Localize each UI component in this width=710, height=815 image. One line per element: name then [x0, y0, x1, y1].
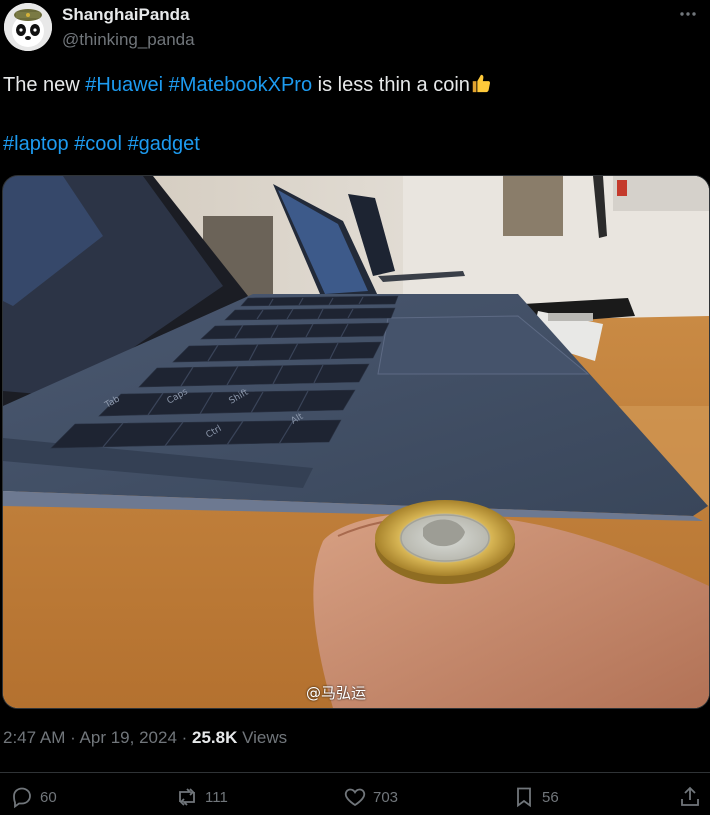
reply-button[interactable]: 60 — [10, 785, 57, 809]
bookmark-icon — [517, 787, 531, 808]
hashtag-laptop[interactable]: #laptop — [3, 133, 69, 155]
retweet-count: 111 — [205, 788, 228, 806]
heart-icon — [344, 788, 366, 807]
reply-count: 60 — [40, 788, 57, 806]
retweet-button[interactable]: 111 — [175, 785, 228, 809]
action-bar: 60 111 703 56 — [0, 785, 710, 815]
tweet-text: The new #Huawei #MatebookXPro is less th… — [3, 72, 492, 97]
hashtag-cool[interactable]: #cool — [74, 133, 122, 155]
like-count: 703 — [373, 788, 399, 806]
photo-watermark: @马弘运 — [306, 684, 367, 702]
hashtag-gadget[interactable]: #gadget — [128, 133, 200, 155]
tweet-tags: #laptop #cool #gadget — [3, 133, 200, 156]
meta-separator: · — [65, 728, 80, 747]
hashtag-matebookxpro[interactable]: #MatebookXPro — [169, 74, 312, 96]
tweet-meta: 2:47 AM · Apr 19, 2024 · 25.8K Views — [3, 728, 287, 748]
meta-separator: · — [176, 728, 193, 747]
bookmark-count: 56 — [542, 788, 559, 806]
views-label: Views — [237, 728, 288, 747]
reply-icon — [13, 787, 31, 809]
tweet-text-end: is less thin a coin — [312, 74, 470, 96]
retweet-icon — [179, 788, 195, 806]
tweet-date[interactable]: Apr 19, 2024 — [80, 728, 177, 747]
author-handle[interactable]: @thinking_panda — [62, 30, 195, 50]
divider — [0, 772, 710, 773]
more-options-icon[interactable] — [676, 4, 700, 28]
like-button[interactable]: 703 — [343, 785, 398, 809]
views-count: 25.8K — [192, 728, 238, 747]
panda-avatar-image — [4, 3, 52, 51]
tweet-text-start: The new — [3, 74, 86, 96]
author-name[interactable]: ShanghaiPanda — [62, 5, 190, 25]
share-button[interactable] — [678, 785, 702, 809]
hashtag-huawei[interactable]: #Huawei — [85, 74, 163, 96]
bookmark-button[interactable]: 56 — [512, 785, 559, 809]
avatar[interactable] — [4, 3, 52, 51]
thumbs-up-icon — [472, 74, 490, 93]
tweet-photo[interactable]: Ctrl Shift Caps Tab Alt @马弘运 — [2, 175, 710, 709]
laptop-coin-photo: Ctrl Shift Caps Tab Alt — [3, 176, 709, 708]
tweet-header: ShanghaiPanda @thinking_panda — [0, 0, 710, 60]
share-icon — [681, 786, 699, 806]
tweet-time[interactable]: 2:47 AM — [3, 728, 65, 747]
